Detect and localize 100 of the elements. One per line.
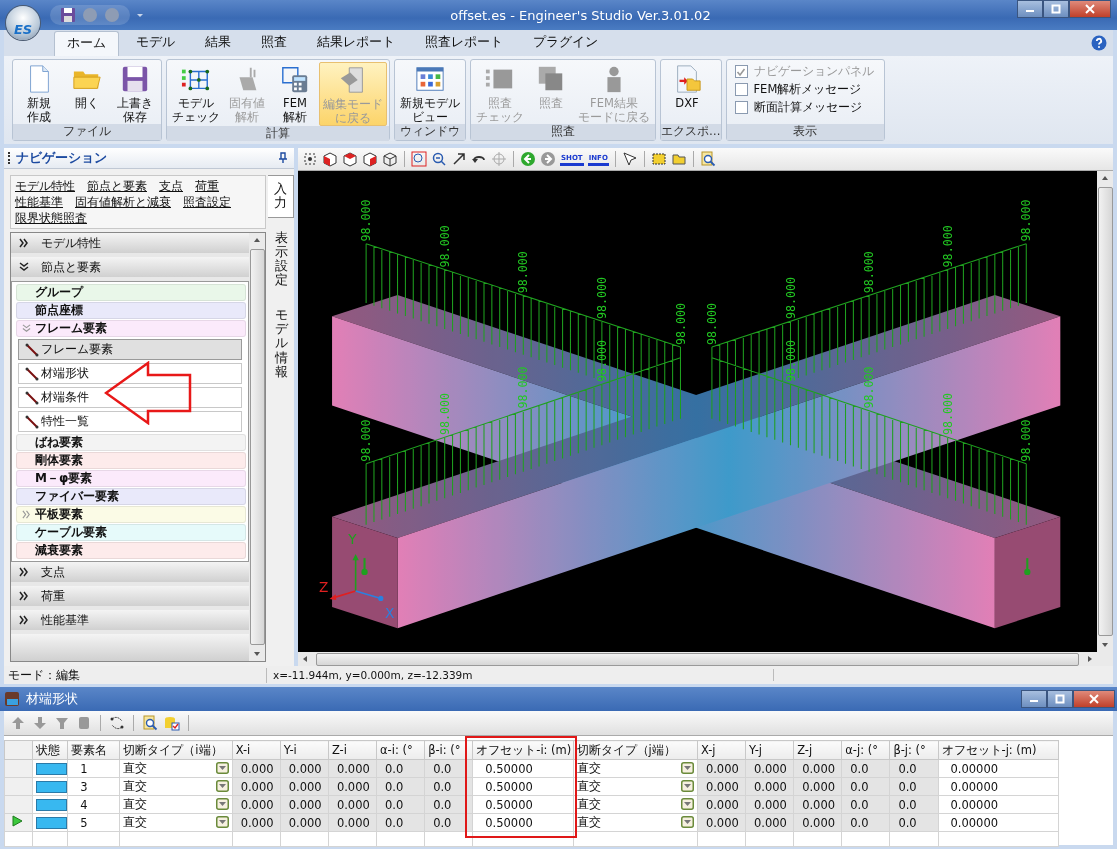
dropdown-cell[interactable]: 直交 xyxy=(573,795,698,814)
column-header[interactable]: α-j: (° xyxy=(841,740,890,760)
ribbon-button[interactable]: 上書き 保存 xyxy=(111,62,159,124)
ribbon-tab[interactable]: 結果レポート xyxy=(304,30,408,56)
pin-icon[interactable] xyxy=(278,152,288,164)
tree-item[interactable]: 減衰要素 xyxy=(16,542,246,559)
nav-link[interactable]: 荷重 xyxy=(195,178,219,194)
select-all-icon[interactable] xyxy=(302,151,318,167)
maximize-button[interactable] xyxy=(1047,690,1073,708)
ribbon-tab[interactable]: 照査レポート xyxy=(412,30,516,56)
tree-item[interactable]: 平板要素 xyxy=(16,506,246,523)
nav-link[interactable]: 性能基準 xyxy=(15,194,63,210)
column-header[interactable]: β-i: (° xyxy=(424,740,473,760)
cube-icon[interactable] xyxy=(322,151,338,167)
folder-icon[interactable] xyxy=(670,151,687,167)
move-down-icon[interactable] xyxy=(32,715,48,731)
scroll-left-icon[interactable] xyxy=(301,655,309,663)
column-header[interactable]: 切断タイプ（i端） xyxy=(119,740,233,760)
search-icon[interactable] xyxy=(142,715,158,731)
tree-item[interactable]: フレーム要素 xyxy=(16,320,246,337)
column-header[interactable]: X-i xyxy=(232,740,281,760)
tree-item[interactable]: ばね要素 xyxy=(16,434,246,451)
close-button[interactable] xyxy=(1073,690,1115,708)
move-up-icon[interactable] xyxy=(10,715,26,731)
nav-link[interactable]: 支点 xyxy=(159,178,183,194)
cube-icon[interactable] xyxy=(342,151,358,167)
nav-link[interactable]: 節点と要素 xyxy=(87,178,147,194)
maximize-button[interactable] xyxy=(1043,0,1069,18)
dropdown-cell[interactable]: 直交 xyxy=(119,813,233,832)
checkbox[interactable]: 断面計算メッセージ xyxy=(734,100,874,115)
3d-viewport[interactable]: 98.000 98.000 98.000 98.000 98.000 98.000 98.000 98.000 98.000 98.000 98.000 98.000 98.000 98.000 98.000 98.000 98.000 98.000 Y Z X xyxy=(298,171,1097,652)
minimize-button[interactable] xyxy=(1021,690,1047,708)
tree-child-item[interactable]: 材端形状 xyxy=(18,363,242,384)
ribbon-button[interactable]: 新規モデル ビュー xyxy=(397,62,463,124)
nav-link[interactable]: 固有値解析と減衰 xyxy=(75,194,171,210)
ribbon-button[interactable]: FEM 解析 xyxy=(271,62,319,126)
nav-link[interactable]: モデル特性 xyxy=(15,178,75,194)
nav-link[interactable]: 限界状態照査 xyxy=(15,210,87,226)
column-header[interactable]: β-j: (° xyxy=(889,740,938,760)
tree-child-item[interactable]: 特性一覧 xyxy=(18,411,242,432)
cube-icon[interactable] xyxy=(362,151,378,167)
tree-child-item[interactable]: 材端条件 xyxy=(18,387,242,408)
column-header[interactable]: Y-j xyxy=(745,740,794,760)
ribbon-tab[interactable]: モデル xyxy=(123,30,188,56)
column-header[interactable]: α-i: (° xyxy=(376,740,425,760)
tree-item[interactable]: 節点座標 xyxy=(16,302,246,319)
nav-link[interactable]: 照査設定 xyxy=(183,194,231,210)
grip-icon[interactable] xyxy=(8,152,12,164)
tree-item[interactable]: ファイバー要素 xyxy=(16,488,246,505)
pointer-icon[interactable] xyxy=(621,151,638,167)
column-header[interactable]: オフセット-i: (m) xyxy=(472,740,574,760)
ribbon-tab[interactable]: ホーム xyxy=(54,31,119,56)
ribbon-button[interactable]: モデル チェック xyxy=(169,62,223,126)
side-tab[interactable]: モデル情報 xyxy=(268,300,295,387)
column-header[interactable]: 状態 xyxy=(32,740,68,760)
minimize-button[interactable] xyxy=(1017,0,1043,18)
scroll-down-icon[interactable] xyxy=(1101,641,1109,649)
close-button[interactable] xyxy=(1069,0,1111,18)
ribbon-button[interactable]: DXF xyxy=(663,62,711,124)
scroll-down-icon[interactable] xyxy=(253,650,261,658)
column-header[interactable]: Z-i xyxy=(328,740,377,760)
checkbox[interactable]: FEM解析メッセージ xyxy=(734,82,874,97)
back-icon[interactable] xyxy=(520,151,536,167)
zoom-window-icon[interactable] xyxy=(411,151,427,167)
tree-item[interactable]: グループ xyxy=(16,284,246,301)
dropdown-cell[interactable]: 直交 xyxy=(119,795,233,814)
scroll-up-icon[interactable] xyxy=(1101,174,1109,182)
ribbon-button[interactable]: 新規 作成 xyxy=(15,62,63,124)
scroll-up-icon[interactable] xyxy=(253,236,261,244)
column-header[interactable]: Y-i xyxy=(280,740,329,760)
search-icon[interactable] xyxy=(699,151,716,167)
dropdown-cell[interactable]: 直交 xyxy=(573,813,698,832)
ribbon-tab[interactable]: 結果 xyxy=(192,30,244,56)
side-tab[interactable]: 表示設定 xyxy=(268,223,295,295)
database-check-icon[interactable] xyxy=(164,715,180,731)
ribbon-tab[interactable]: 照査 xyxy=(248,30,300,56)
tree-child-item[interactable]: フレーム要素 xyxy=(18,339,242,360)
column-header[interactable]: 切断タイプ（j端） xyxy=(573,740,698,760)
dropdown-caret-icon[interactable] xyxy=(136,11,144,19)
column-header[interactable]: オフセット-j: (m) xyxy=(938,740,1059,760)
column-header[interactable]: 要素名 xyxy=(67,740,120,760)
forward-icon[interactable] xyxy=(540,151,556,167)
dropdown-cell[interactable]: 直交 xyxy=(573,759,698,778)
section-header[interactable]: 性能基準 xyxy=(11,610,249,634)
help-icon[interactable] xyxy=(1091,35,1107,51)
arrow-icon[interactable] xyxy=(451,151,467,167)
ribbon-tab[interactable]: プラグイン xyxy=(520,30,611,56)
scroll-right-icon[interactable] xyxy=(1086,655,1094,663)
swap-icon[interactable] xyxy=(109,715,125,731)
wireframe-cube-icon[interactable] xyxy=(382,151,398,167)
column-header[interactable]: X-j xyxy=(697,740,746,760)
tree-item[interactable]: 剛体要素 xyxy=(16,452,246,469)
tree-item[interactable]: ケーブル要素 xyxy=(16,524,246,541)
ribbon-button[interactable]: 開く xyxy=(63,62,111,124)
dropdown-cell[interactable]: 直交 xyxy=(573,777,698,796)
zoom-out-icon[interactable] xyxy=(431,151,447,167)
side-tab[interactable]: 入力 xyxy=(268,175,294,218)
section-header[interactable]: 支点 xyxy=(11,562,249,586)
frame-icon[interactable] xyxy=(650,151,667,167)
section-header[interactable]: 荷重 xyxy=(11,586,249,610)
